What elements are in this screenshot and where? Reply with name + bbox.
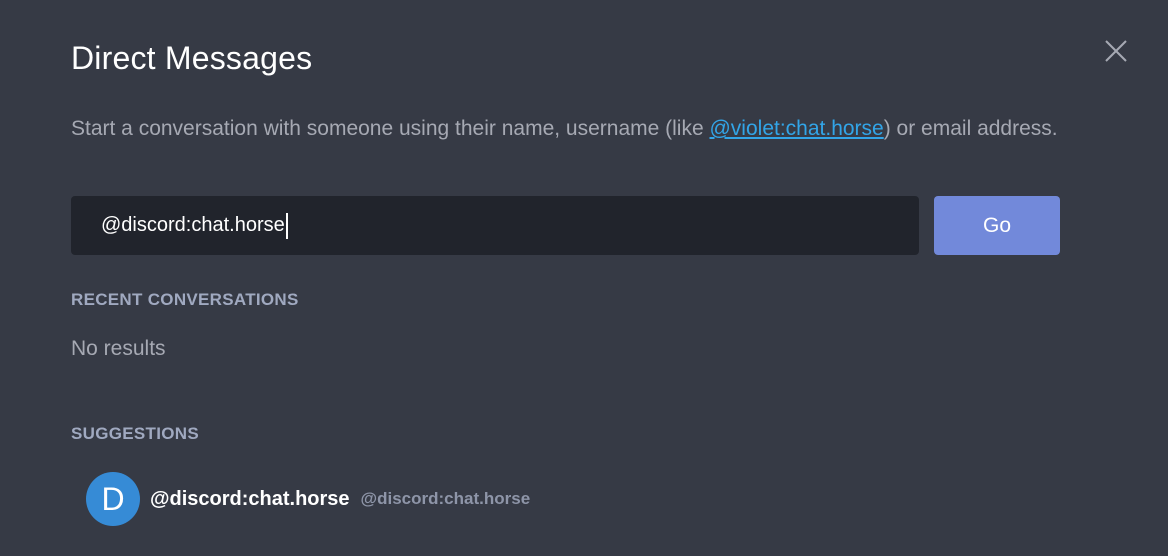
suggestion-display-name: @discord:chat.horse xyxy=(150,487,350,510)
dialog-title: Direct Messages xyxy=(71,40,313,76)
suggestion-user-id: @discord:chat.horse xyxy=(360,489,531,508)
close-icon xyxy=(1105,40,1127,62)
text-caret xyxy=(285,212,288,239)
avatar: D xyxy=(86,472,140,526)
search-input-value[interactable]: @discord:chat.horse xyxy=(101,214,285,237)
suggestions-heading: SUGGESTIONS xyxy=(71,424,199,443)
close-button[interactable] xyxy=(1102,37,1130,65)
example-username-link[interactable]: @violet:chat.horse xyxy=(709,117,883,140)
dialog-description: Start a conversation with someone using … xyxy=(71,113,1061,144)
no-results-text: No results xyxy=(71,337,166,360)
recent-conversations-heading: RECENT CONVERSATIONS xyxy=(71,290,299,309)
go-button[interactable]: Go xyxy=(934,196,1060,255)
description-text-before: Start a conversation with someone using … xyxy=(71,117,710,140)
suggestion-item[interactable]: D @discord:chat.horse @discord:chat.hors… xyxy=(86,472,530,526)
direct-messages-dialog: Direct Messages Start a conversation wit… xyxy=(0,0,1168,556)
search-input[interactable]: @discord:chat.horse xyxy=(71,196,919,255)
description-text-after: ) or email address. xyxy=(883,117,1058,140)
